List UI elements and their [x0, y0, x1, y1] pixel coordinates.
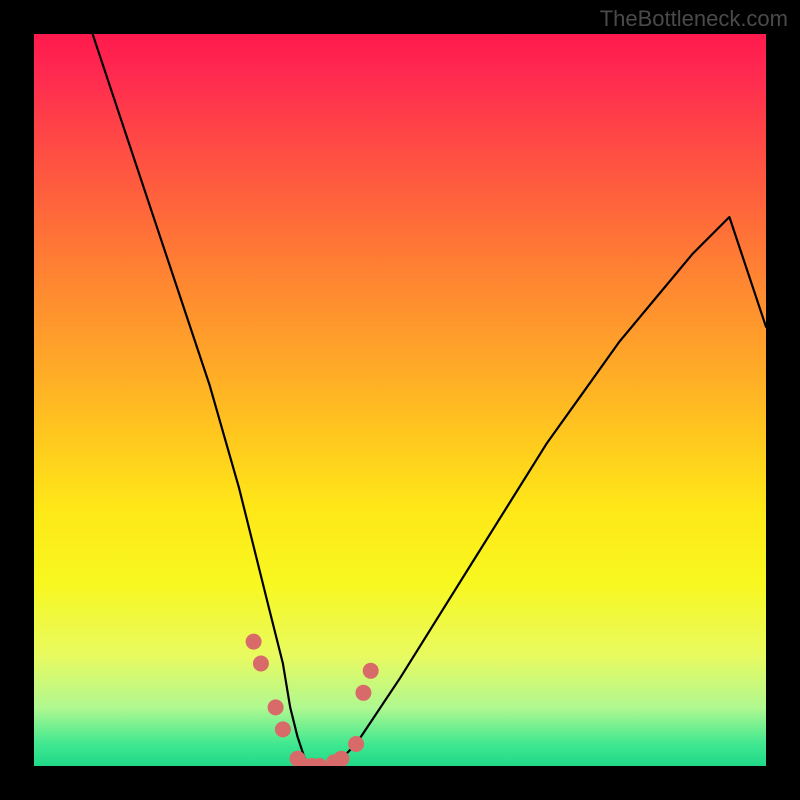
highlight-dot	[333, 751, 349, 766]
plot-gradient-background	[34, 34, 766, 766]
watermark-text: TheBottleneck.com	[600, 6, 788, 32]
bottleneck-curve	[93, 34, 766, 766]
highlight-dot	[246, 634, 262, 650]
highlight-dot	[355, 685, 371, 701]
highlight-markers	[246, 634, 379, 766]
highlight-dot	[268, 699, 284, 715]
highlight-dot	[253, 656, 269, 672]
highlight-dot	[363, 663, 379, 679]
highlight-dot	[275, 721, 291, 737]
highlight-dot	[348, 736, 364, 752]
chart-svg	[34, 34, 766, 766]
